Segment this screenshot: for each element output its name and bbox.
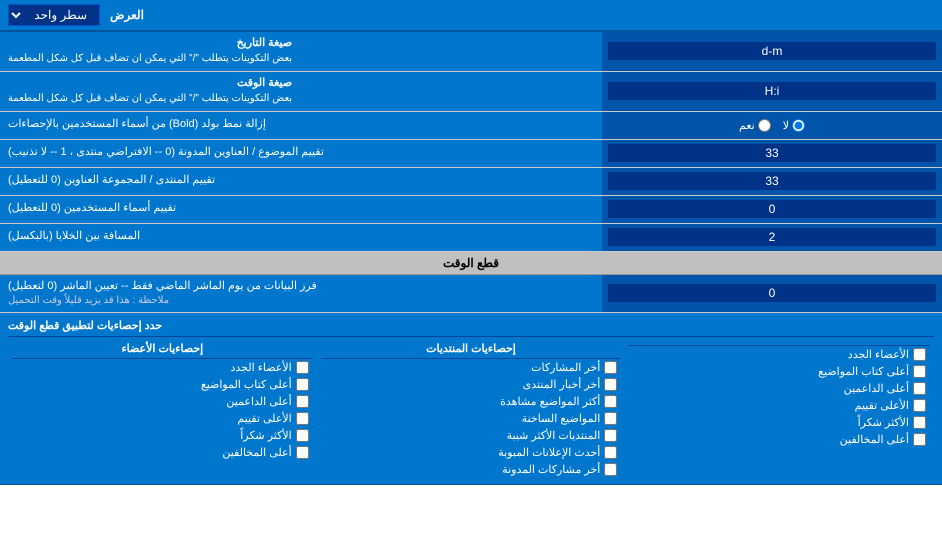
user-names-input[interactable] <box>608 200 936 218</box>
radio-yes[interactable] <box>758 119 771 132</box>
checkbox-top-rated[interactable] <box>913 399 926 412</box>
checkbox-popular-forums[interactable] <box>604 429 617 442</box>
stats-item-forum-news: أخر أخبار المنتدى <box>321 376 622 393</box>
user-names-row: تقييم أسماء المستخدمين (0 للتعطيل) <box>0 196 942 224</box>
forum-order-label: تقييم المنتدى / المجموعة العناوين (0 للت… <box>0 168 602 195</box>
date-format-input-container <box>602 32 942 71</box>
date-format-row: صيغة التاريخ بعض التكوينات يتطلب "/" الت… <box>0 32 942 72</box>
stats-header-label: حدد إحصاءيات لتطبيق قطع الوقت <box>8 319 162 332</box>
time-cut-row: فرز البيانات من يوم الماشر الماضي فقط --… <box>0 275 942 313</box>
date-format-input[interactable] <box>608 42 936 60</box>
cell-spacing-input-container <box>602 224 942 251</box>
stats-item-members: الأعضاء الجدد <box>629 346 930 363</box>
stats-item-top-rated: الأعلى تقييم <box>629 397 930 414</box>
checkbox-classified-ads[interactable] <box>604 446 617 459</box>
stats-item-last-posts: أخر المشاركات <box>321 359 622 376</box>
stats-item-top-donors: أعلى الداعمين <box>629 380 930 397</box>
header-label: العرض <box>110 8 144 22</box>
user-names-input-container <box>602 196 942 223</box>
time-cut-input[interactable] <box>608 284 936 302</box>
stats-grid: الأعضاء الجدد أعلى كتاب المواضيع أعلى ال… <box>8 337 934 480</box>
radio-no[interactable] <box>792 119 805 132</box>
checkbox-most-thanks[interactable] <box>913 416 926 429</box>
forum-order-input[interactable] <box>608 172 936 190</box>
user-names-label: تقييم أسماء المستخدمين (0 للتعطيل) <box>0 196 602 223</box>
stats-col2-header: إحصاءيات المنتديات <box>321 339 622 359</box>
stats-item-most-thanks: الأكثر شكراً <box>629 414 930 431</box>
checkbox-most-thanked[interactable] <box>296 429 309 442</box>
bold-remove-row: لا نعم إزالة نمط بولد (Bold) من أسماء ال… <box>0 112 942 140</box>
stats-item-most-violations: أعلى المخالفين <box>12 444 313 461</box>
checkbox-last-posts[interactable] <box>604 361 617 374</box>
stats-item-popular-forums: المنتديات الأكثر شببة <box>321 427 622 444</box>
time-cut-label: فرز البيانات من يوم الماشر الماضي فقط --… <box>0 275 602 312</box>
stats-item-top-violations: أعلى المخالفين <box>629 431 930 448</box>
mode-select[interactable]: سطر واحد سطرين ثلاثة أسطر <box>8 4 100 26</box>
stats-item-most-viewed: أكثر المواضيع مشاهدة <box>321 393 622 410</box>
stats-item-most-thanked: الأكثر شكراً <box>12 427 313 444</box>
time-cut-section-header: قطع الوقت <box>0 252 942 275</box>
time-format-input[interactable] <box>608 82 936 100</box>
checkbox-top-writers[interactable] <box>913 365 926 378</box>
stats-col3-header: إحصاءيات الأعضاء <box>12 339 313 359</box>
checkbox-hot-topics[interactable] <box>604 412 617 425</box>
cell-spacing-input[interactable] <box>608 228 936 246</box>
stats-section: حدد إحصاءيات لتطبيق قطع الوقت الأعضاء ال… <box>0 313 942 485</box>
topic-order-row: تقييم الموضوع / العناوين المدونة (0 -- ا… <box>0 140 942 168</box>
checkbox-most-viewed[interactable] <box>604 395 617 408</box>
radio-no-label: لا <box>783 119 805 132</box>
stats-item-hot-topics: المواضيع الساخنة <box>321 410 622 427</box>
bold-remove-label: إزالة نمط بولد (Bold) من أسماء المستخدمي… <box>0 112 602 139</box>
time-format-row: صيغة الوقت بعض التكوينات يتطلب "/" التي … <box>0 72 942 112</box>
stats-col-2: إحصاءيات المنتديات أخر المشاركات أخر أخب… <box>317 337 626 480</box>
stats-col1-header <box>629 339 930 346</box>
date-format-label: صيغة التاريخ بعض التكوينات يتطلب "/" الت… <box>0 32 602 71</box>
time-format-label: صيغة الوقت بعض التكوينات يتطلب "/" التي … <box>0 72 602 111</box>
stats-item-top-topic-writers: أعلى كتاب المواضيع <box>12 376 313 393</box>
checkbox-highest-rated[interactable] <box>296 412 309 425</box>
radio-yes-label: نعم <box>739 119 771 132</box>
main-container: العرض سطر واحد سطرين ثلاثة أسطر صيغة الت… <box>0 0 942 485</box>
topic-order-input-container <box>602 140 942 167</box>
checkbox-top-topic-writers[interactable] <box>296 378 309 391</box>
cell-spacing-label: المسافة بين الخلايا (بالبكسل) <box>0 224 602 251</box>
stats-item-new-members: الأعضاء الجدد <box>12 359 313 376</box>
topic-order-input[interactable] <box>608 144 936 162</box>
stats-col-3: إحصاءيات الأعضاء الأعضاء الجدد أعلى كتاب… <box>8 337 317 480</box>
checkbox-most-violations[interactable] <box>296 446 309 459</box>
topic-order-label: تقييم الموضوع / العناوين المدونة (0 -- ا… <box>0 140 602 167</box>
stats-item-classified-ads: أحدث الإعلانات المبوبة <box>321 444 622 461</box>
time-format-input-container <box>602 72 942 111</box>
checkbox-forum-news[interactable] <box>604 378 617 391</box>
cell-spacing-row: المسافة بين الخلايا (بالبكسل) <box>0 224 942 252</box>
stats-item-top-supporters: أعلى الداعمين <box>12 393 313 410</box>
checkbox-top-violations[interactable] <box>913 433 926 446</box>
checkbox-new-members[interactable] <box>296 361 309 374</box>
stats-item-top-writers: أعلى كتاب المواضيع <box>629 363 930 380</box>
stats-item-blog-posts: أخر مشاركات المدونة <box>321 461 622 478</box>
header-row: العرض سطر واحد سطرين ثلاثة أسطر <box>0 0 942 32</box>
forum-order-row: تقييم المنتدى / المجموعة العناوين (0 للت… <box>0 168 942 196</box>
bold-remove-input-container: لا نعم <box>602 112 942 139</box>
stats-item-highest-rated: الأعلى تقييم <box>12 410 313 427</box>
checkbox-blog-posts[interactable] <box>604 463 617 476</box>
checkbox-top-supporters[interactable] <box>296 395 309 408</box>
stats-col-1: الأعضاء الجدد أعلى كتاب المواضيع أعلى ال… <box>625 337 934 480</box>
time-cut-input-container <box>602 275 942 312</box>
checkbox-top-donors[interactable] <box>913 382 926 395</box>
forum-order-input-container <box>602 168 942 195</box>
checkbox-members[interactable] <box>913 348 926 361</box>
